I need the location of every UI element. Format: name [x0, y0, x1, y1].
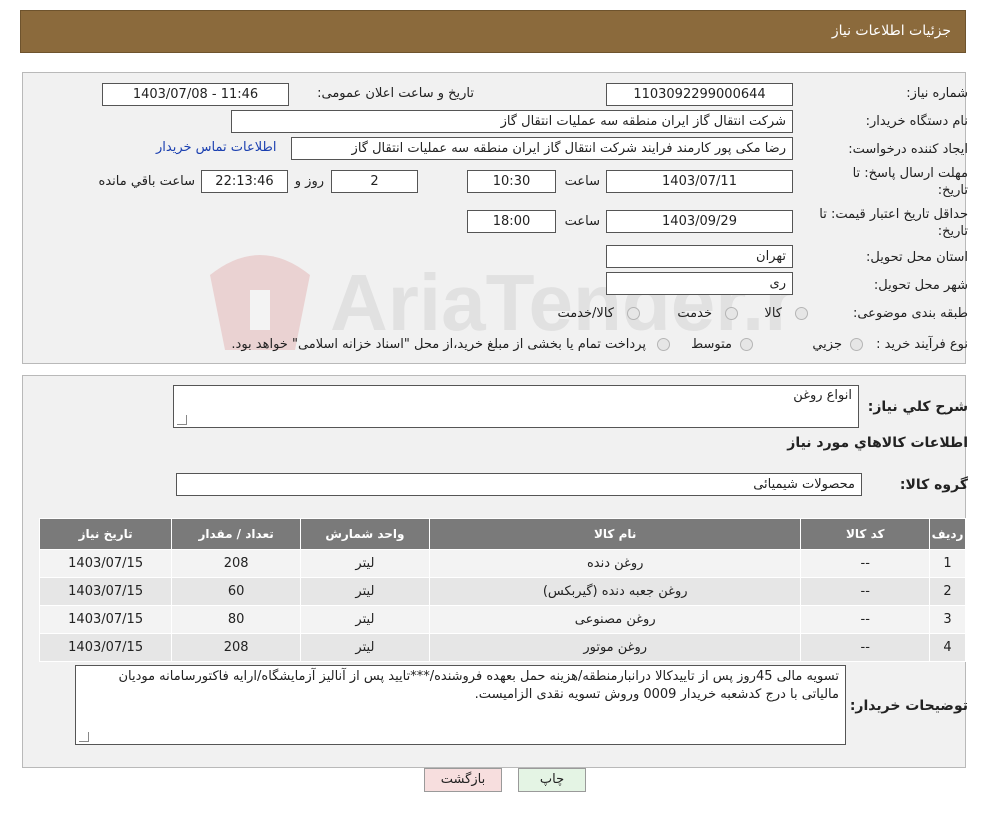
deadline-date-field: 1403/07/11 [606, 170, 793, 193]
buyer-org-label: نام دستگاه خریدار: [865, 114, 968, 129]
province-field: تهران [606, 245, 793, 268]
print-button[interactable]: چاپ [518, 768, 586, 792]
table-row: 4 -- روغن موتور لیتر 208 1403/07/15 [38, 633, 966, 662]
category-radio-goods-service[interactable] [627, 307, 640, 320]
cell-unit: لیتر [299, 577, 430, 606]
process-radio-medium[interactable] [740, 338, 753, 351]
resize-grip-icon[interactable] [79, 732, 89, 742]
buyer-notes-textarea: تسویه مالی 45روز پس از تاییدکالا درانبار… [75, 665, 846, 745]
creator-field: رضا مکی پور کارمند فرایند شرکت انتقال گا… [291, 137, 793, 160]
process-radio-minor[interactable] [850, 338, 863, 351]
remaining-label: ساعت باقي مانده [98, 174, 195, 189]
buyer-org-field: شرکت انتقال گاز ایران منطقه سه عملیات ان… [231, 110, 793, 133]
cell-row-number: 1 [929, 549, 966, 578]
goods-group-label: گروه كالا: [899, 477, 968, 493]
process-label: نوع فرآیند خرید : [876, 337, 968, 352]
page-header: جزئیات اطلاعات نیاز [20, 10, 966, 53]
announce-label: تاریخ و ساعت اعلان عمومی: [317, 86, 474, 101]
days-label: روز و [294, 174, 324, 189]
cell-name: روغن جعبه دنده (گیربکس) [428, 577, 802, 606]
announce-datetime-field: 1403/07/08 - 11:46 [102, 83, 289, 106]
cell-need-date: 1403/07/15 [38, 577, 173, 606]
table-header-row: رديف کد کالا نام کالا واحد شمارش تعداد /… [38, 518, 966, 550]
deadline-time-label: ساعت [564, 174, 600, 189]
buyer-notes-label: توضیحات خریدار: [849, 698, 968, 714]
deadline-time-field: 10:30 [467, 170, 556, 193]
creator-label: ایجاد کننده درخواست: [848, 142, 968, 157]
validity-label-date: تاریخ: [937, 224, 968, 239]
buyer-notes-value: تسویه مالی 45روز پس از تاییدکالا درانبار… [118, 669, 839, 702]
col-header-need-date: تاریخ نیاز [38, 518, 173, 550]
deadline-label: مهلت ارسال پاسخ: تا [852, 166, 968, 181]
col-header-quantity: تعداد / مقدار [171, 518, 301, 550]
goods-info-title: اطلاعات كالاهاي مورد نياز [787, 435, 968, 451]
validity-time-field: 18:00 [467, 210, 556, 233]
cell-name: روغن موتور [428, 633, 802, 662]
buyer-contact-link[interactable]: اطلاعات تماس خریدار [156, 140, 276, 155]
category-option-service: خدمت [677, 306, 712, 321]
category-option-goods-service: کالا/خدمت [557, 306, 614, 321]
cell-unit: لیتر [299, 605, 430, 634]
col-header-name: نام کالا [428, 518, 802, 550]
category-radio-service[interactable] [725, 307, 738, 320]
cell-quantity: 208 [171, 633, 301, 662]
table-row: 2 -- روغن جعبه دنده (گیربکس) لیتر 60 140… [38, 577, 966, 606]
category-radio-goods[interactable] [795, 307, 808, 320]
cell-quantity: 80 [171, 605, 301, 634]
cell-name: روغن مصنوعی [428, 605, 802, 634]
table-row: 3 -- روغن مصنوعی لیتر 80 1403/07/15 [38, 605, 966, 634]
need-number-field: 1103092299000644 [606, 83, 793, 106]
cell-row-number: 3 [929, 605, 966, 634]
validity-time-label: ساعت [564, 214, 600, 229]
cell-need-date: 1403/07/15 [38, 605, 173, 634]
process-checkbox-treasury[interactable] [657, 338, 670, 351]
cell-name: روغن دنده [428, 549, 802, 578]
category-option-goods: کالا [764, 306, 782, 321]
remaining-time-field: 22:13:46 [201, 170, 288, 193]
process-option-minor: جزیي [812, 337, 842, 352]
province-label: استان محل تحویل: [866, 250, 968, 265]
city-field: ری [606, 272, 793, 295]
city-label: شهر محل تحویل: [873, 278, 968, 293]
need-number-label: شماره نیاز: [906, 86, 968, 101]
deadline-label-date: تاریخ: [937, 183, 968, 198]
back-button[interactable]: بازگشت [424, 768, 502, 792]
col-header-unit: واحد شمارش [299, 518, 430, 550]
col-header-row-number: رديف [929, 518, 966, 550]
col-header-code: کد کالا [800, 518, 931, 550]
general-desc-value: انواع روغن [793, 388, 852, 403]
cell-code: -- [800, 605, 931, 634]
cell-need-date: 1403/07/15 [38, 549, 173, 578]
cell-code: -- [800, 577, 931, 606]
general-desc-label: شرح كلي نياز: [867, 399, 968, 415]
resize-grip-icon[interactable] [177, 415, 187, 425]
cell-code: -- [800, 549, 931, 578]
cell-quantity: 60 [171, 577, 301, 606]
cell-row-number: 2 [929, 577, 966, 606]
goods-group-field: محصولات شیمیائی [176, 473, 862, 496]
items-table: رديف کد کالا نام کالا واحد شمارش تعداد /… [38, 518, 966, 662]
validity-label: حداقل تاریخ اعتبار قیمت: تا [819, 207, 968, 222]
cell-unit: لیتر [299, 633, 430, 662]
table-row: 1 -- روغن دنده لیتر 208 1403/07/15 [38, 549, 966, 578]
category-label: طبقه بندی موضوعی: [852, 306, 968, 321]
cell-code: -- [800, 633, 931, 662]
validity-date-field: 1403/09/29 [606, 210, 793, 233]
cell-unit: لیتر [299, 549, 430, 578]
page-title: جزئیات اطلاعات نیاز [831, 23, 951, 39]
cell-quantity: 208 [171, 549, 301, 578]
days-remaining-field: 2 [331, 170, 418, 193]
process-treasury-note: پرداخت تمام یا بخشی از مبلغ خرید،از محل … [231, 337, 646, 352]
cell-row-number: 4 [929, 633, 966, 662]
cell-need-date: 1403/07/15 [38, 633, 173, 662]
items-table-wrap: رديف کد کالا نام کالا واحد شمارش تعداد /… [38, 518, 966, 662]
process-option-medium: متوسط [691, 337, 732, 352]
general-desc-textarea: انواع روغن [173, 385, 859, 428]
